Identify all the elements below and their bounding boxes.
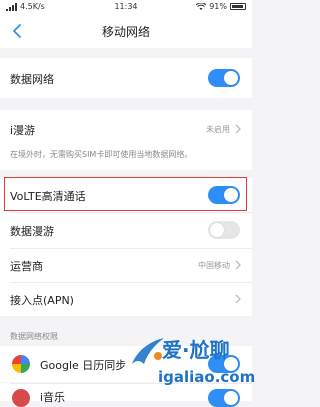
section-header: 数据网络权限 bbox=[10, 332, 58, 341]
wifi-icon bbox=[196, 2, 207, 10]
apn-row[interactable]: 接入点(APN) bbox=[0, 282, 252, 316]
divider bbox=[10, 248, 252, 249]
i-roaming-row[interactable]: i漫游 未启用 在境外时，无需购买SIM卡即可使用当地数据网络。 bbox=[0, 110, 252, 170]
toggle-knob bbox=[224, 71, 238, 85]
data-network-row[interactable]: 数据网络 bbox=[0, 58, 252, 98]
app-name: Google 日历同步 bbox=[40, 359, 127, 372]
carrier-label: 运营商 bbox=[10, 260, 43, 273]
battery-icon bbox=[230, 3, 246, 10]
status-right: 91% bbox=[196, 2, 246, 11]
data-network-toggle[interactable] bbox=[208, 69, 240, 87]
data-network-label: 数据网络 bbox=[10, 73, 54, 86]
chevron-right-icon bbox=[235, 260, 241, 270]
watermark-url: igaliao.com bbox=[158, 368, 256, 386]
watermark-logo: 爱·尬聊 igaliao.com bbox=[128, 332, 256, 398]
nav-bar: 移动网络 bbox=[0, 14, 252, 48]
i-roaming-label: i漫游 bbox=[10, 124, 36, 137]
music-app-icon bbox=[12, 389, 30, 407]
google-calendar-icon bbox=[12, 355, 30, 373]
divider bbox=[10, 282, 252, 283]
i-roaming-description: 在境外时，无需购买SIM卡即可使用当地数据网络。 bbox=[10, 150, 193, 159]
status-bar: 4.5K/s 11:34 91% bbox=[0, 0, 252, 14]
battery-percent: 91% bbox=[209, 2, 227, 11]
data-roaming-label: 数据漫游 bbox=[10, 225, 54, 238]
carrier-row[interactable]: 运营商 中国移动 bbox=[0, 248, 252, 282]
divider bbox=[10, 212, 252, 213]
app-name: i音乐 bbox=[40, 391, 66, 404]
data-roaming-toggle[interactable] bbox=[208, 221, 240, 239]
highlight-box bbox=[4, 177, 247, 211]
data-roaming-row[interactable]: 数据漫游 bbox=[0, 212, 252, 248]
page-title: 移动网络 bbox=[101, 25, 150, 39]
watermark-title: 爱·尬聊 bbox=[162, 338, 230, 362]
i-roaming-value: 未启用 bbox=[206, 125, 230, 134]
carrier-value: 中国移动 bbox=[198, 261, 230, 270]
chevron-right-icon bbox=[235, 294, 241, 304]
apn-label: 接入点(APN) bbox=[10, 294, 74, 307]
toggle-knob bbox=[210, 223, 224, 237]
chevron-right-icon bbox=[235, 124, 241, 134]
